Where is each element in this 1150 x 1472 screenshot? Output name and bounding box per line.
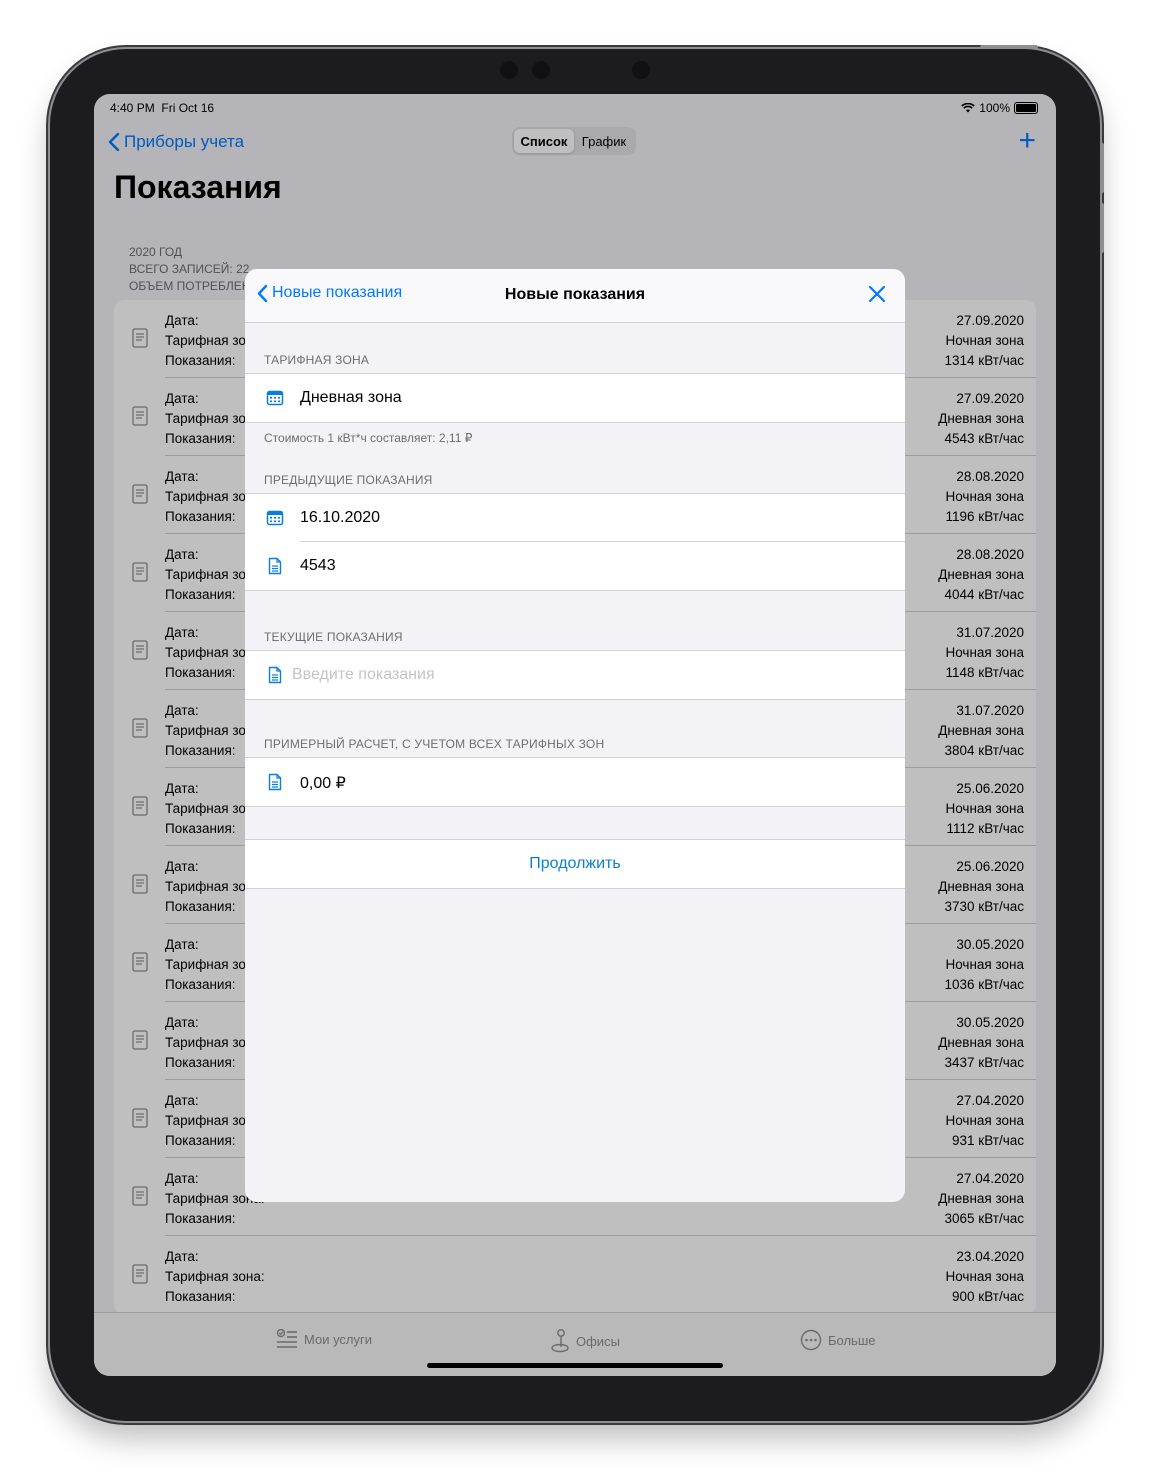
section-header-zone: ТАРИФНАЯ ЗОНА: [264, 353, 370, 367]
top-button: [980, 45, 1038, 49]
estimate-cell: 0,00 ₽: [245, 757, 905, 807]
new-readings-modal: Новые показания Новые показания ТАРИФНАЯ…: [245, 269, 905, 1202]
sensor-icon: [500, 61, 518, 79]
calendar-icon: [266, 510, 284, 526]
current-reading-input[interactable]: Введите показания: [292, 666, 435, 684]
screen: 4:40 PM Fri Oct 16 100% Приборы учета Сп…: [94, 94, 1056, 1376]
zone-value: Дневная зона: [300, 389, 402, 406]
section-header-estimate: ПРИМЕРНЫЙ РАСЧЕТ, С УЧЕТОМ ВСЕХ ТАРИФНЫХ…: [264, 737, 605, 751]
modal-title: Новые показания: [504, 286, 646, 303]
close-icon[interactable]: [867, 284, 887, 304]
sensor-icon: [532, 61, 550, 79]
volume-down-button: [1100, 203, 1104, 253]
previous-value: 4543: [300, 557, 336, 574]
continue-button[interactable]: Продолжить: [245, 839, 905, 889]
zone-price-note: Стоимость 1 кВт*ч составляет: 2,11 ₽: [264, 431, 473, 445]
previous-date-cell[interactable]: 16.10.2020: [245, 493, 905, 542]
camera-icon: [632, 61, 650, 79]
previous-date: 16.10.2020: [300, 509, 381, 526]
zone-picker-cell[interactable]: Дневная зона: [245, 373, 905, 423]
document-icon: [268, 773, 282, 791]
calendar-icon: [266, 390, 284, 406]
current-reading-cell[interactable]: Введите показания: [245, 650, 905, 700]
document-icon: [268, 666, 282, 684]
document-icon: [268, 557, 282, 575]
modal-header: Новые показания Новые показания: [245, 269, 905, 323]
section-header-current: ТЕКУЩИЕ ПОКАЗАНИЯ: [264, 630, 403, 644]
volume-up-button: [1100, 143, 1104, 193]
continue-label: Продолжить: [529, 855, 621, 872]
section-header-previous: ПРЕДЫДУЩИЕ ПОКАЗАНИЯ: [264, 473, 433, 487]
estimate-value: 0,00 ₽: [300, 775, 346, 792]
previous-value-cell[interactable]: 4543: [245, 542, 905, 591]
home-indicator[interactable]: [427, 1363, 723, 1368]
